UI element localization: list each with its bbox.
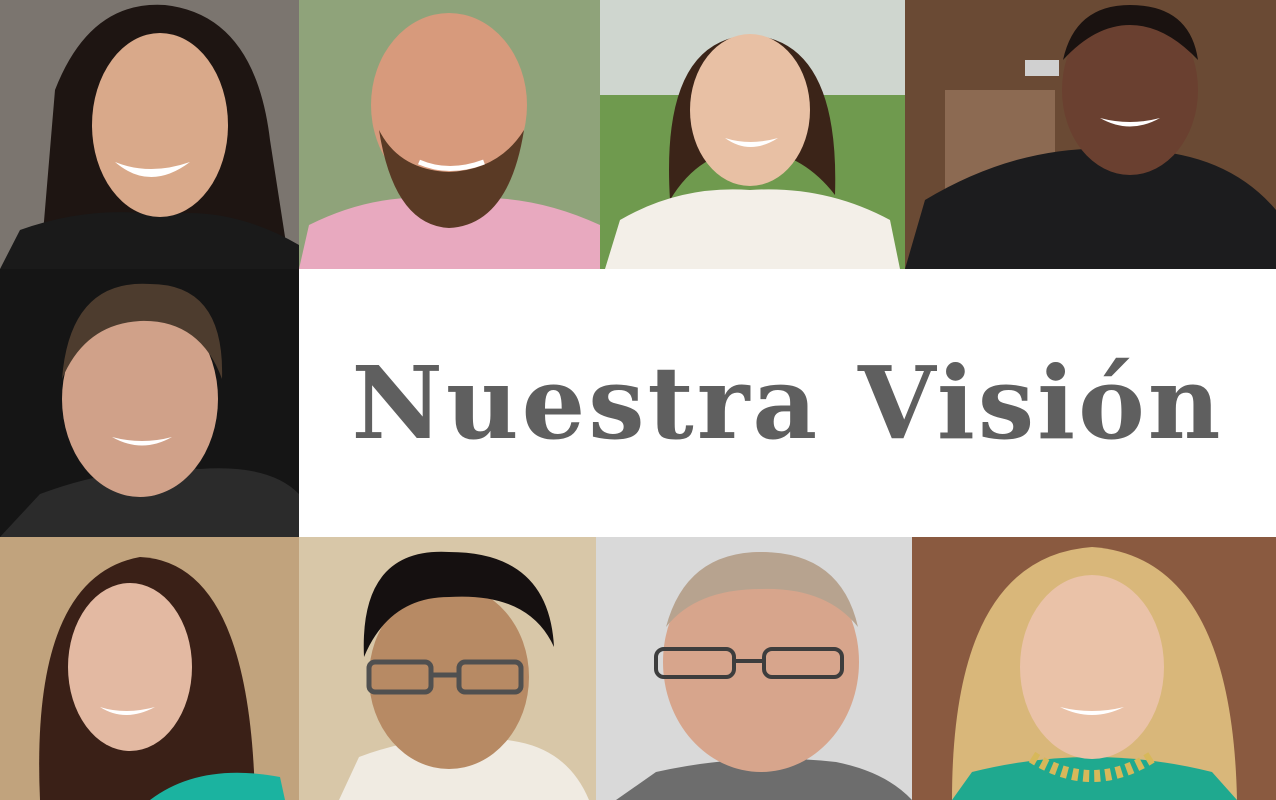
portrait-man-glasses-striped-shirt [299, 537, 596, 800]
portrait-woman-long-dark-hair [0, 537, 299, 800]
photo-tile-2 [299, 0, 600, 269]
photo-tile-3 [600, 0, 905, 269]
portrait-bearded-man-pink-shirt [299, 0, 600, 269]
photo-tile-5 [0, 269, 299, 537]
portrait-man-dark-jacket [0, 269, 299, 537]
portrait-older-man-glasses [596, 537, 912, 800]
photo-tile-9 [912, 537, 1276, 800]
portrait-smiling-man-dark-shirt [905, 0, 1276, 269]
portrait-woman-smiling-top-left [0, 0, 299, 269]
photo-tile-6 [0, 537, 299, 800]
photo-collage: Nuestra Visión [0, 0, 1276, 800]
title-panel: Nuestra Visión [299, 269, 1276, 537]
photo-tile-4 [905, 0, 1276, 269]
photo-tile-1 [0, 0, 299, 269]
page-title: Nuestra Visión [351, 344, 1224, 462]
portrait-young-woman-outdoors [600, 0, 905, 269]
photo-tile-7 [299, 537, 596, 800]
portrait-blonde-woman-necklace [912, 537, 1276, 800]
photo-tile-8 [596, 537, 912, 800]
